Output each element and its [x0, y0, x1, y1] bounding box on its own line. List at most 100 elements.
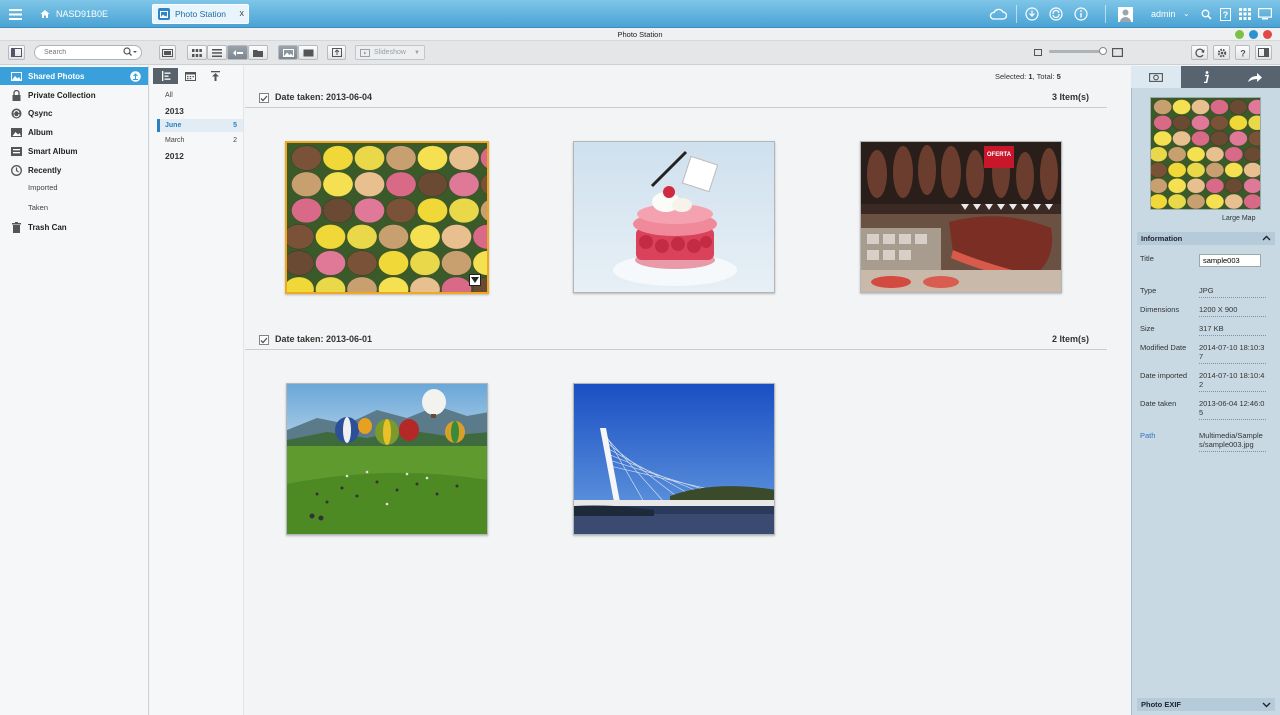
help-button[interactable]: ? [1235, 45, 1250, 60]
large-map-link[interactable]: Large Map [1222, 215, 1255, 222]
toggle-info-panel-button[interactable] [1255, 45, 1272, 60]
size-label: Size [1140, 324, 1155, 333]
month-count: 2 [233, 137, 237, 144]
type-label: Type [1140, 286, 1157, 295]
sidebar-item-trash-can[interactable]: Trash Can [0, 218, 148, 236]
upload-button[interactable] [327, 45, 346, 60]
tab-preview[interactable] [1131, 66, 1181, 88]
info-icon[interactable] [1074, 0, 1088, 28]
refresh-icon [1194, 47, 1204, 57]
user-avatar-icon[interactable] [1118, 0, 1133, 28]
timeline-month-march[interactable]: March 2 [157, 134, 243, 147]
timeline-list-icon [161, 71, 170, 81]
timeline-year-2013[interactable]: 2013 [157, 104, 243, 117]
minimize-button[interactable] [1235, 30, 1244, 39]
path-link[interactable]: Path [1140, 431, 1155, 440]
tab-calendar[interactable] [178, 68, 203, 84]
lock-icon [11, 89, 22, 101]
small-thumbnail-icon[interactable] [1034, 49, 1042, 56]
information-section-header[interactable]: Information [1137, 232, 1275, 245]
tab-share[interactable] [1230, 66, 1280, 88]
group-select-checkbox[interactable] [259, 335, 269, 345]
title-field[interactable] [1199, 254, 1261, 267]
user-menu[interactable]: admin [1151, 9, 1176, 19]
tab-scroll-top[interactable] [203, 68, 228, 84]
close-window-button[interactable] [1263, 30, 1272, 39]
close-tab-icon[interactable]: x [240, 8, 245, 18]
sidebar-item-label: Recently [28, 165, 62, 175]
photo-thumbnail[interactable]: OFERTA [860, 141, 1062, 293]
photo-thumbnail[interactable] [573, 383, 775, 535]
toolbar: Slideshow ▼ ? [0, 41, 1280, 65]
dimensions-label: Dimensions [1140, 305, 1180, 314]
sidebar-item-album[interactable]: Album [0, 123, 148, 141]
photo-thumbnail[interactable] [573, 141, 775, 293]
refresh-button[interactable] [1191, 45, 1208, 60]
background-task-icon[interactable] [1049, 0, 1063, 28]
thumbnail-size-slider[interactable] [1049, 50, 1104, 53]
photo-thumbnail[interactable] [285, 141, 489, 294]
photo-exif-section-header[interactable]: Photo EXIF [1137, 698, 1275, 711]
list-view-button[interactable] [207, 45, 227, 60]
photo-preview[interactable] [1150, 97, 1261, 210]
help-icon[interactable]: ? [1220, 0, 1231, 28]
upload-icon[interactable] [130, 71, 141, 82]
shared-photos-icon [11, 71, 22, 82]
maximize-button[interactable] [1249, 30, 1258, 39]
main-menu-button[interactable] [0, 0, 30, 28]
timeline-tabs [153, 68, 228, 84]
photo-filter-button[interactable] [278, 45, 298, 60]
date-group-header: Date taken: 2013-06-01 2 Item(s) [245, 332, 1107, 350]
large-thumbnail-icon[interactable] [1112, 48, 1123, 57]
group-select-checkbox[interactable] [259, 93, 269, 103]
window-title: Photo Station [617, 30, 663, 39]
sidebar-item-recently[interactable]: Recently [0, 161, 148, 179]
nas-home-tab[interactable]: NASD91B0E [30, 3, 146, 25]
download-icon[interactable] [1025, 0, 1039, 28]
slider-handle[interactable] [1099, 47, 1107, 55]
list-view-icon [212, 48, 222, 57]
smart-album-icon [11, 146, 22, 157]
toggle-sidebar-button[interactable] [8, 45, 25, 60]
date-imported-value: 2014-07-10 18:10:42 [1199, 371, 1266, 392]
chevron-down-icon[interactable]: ⌄ [1183, 9, 1190, 18]
sidebar-item-label: Qsync [28, 108, 53, 118]
sidebar-item-shared-photos[interactable]: Shared Photos [0, 67, 148, 85]
total-count: 5 [1056, 72, 1061, 81]
timeline-panel [150, 66, 244, 715]
sidebar-subitem-imported[interactable]: Imported [28, 183, 58, 192]
photo-station-icon [158, 8, 170, 20]
date-imported-label: Date imported [1140, 371, 1188, 380]
filmstrip-icon [162, 48, 173, 57]
timeline-view-button[interactable] [227, 45, 248, 60]
year-label: 2012 [165, 150, 184, 161]
timeline-month-june[interactable]: June 5 [157, 119, 243, 132]
timeline-all[interactable]: All [157, 89, 243, 102]
apps-grid-icon[interactable] [1239, 0, 1251, 28]
filmstrip-view-button[interactable] [159, 45, 176, 60]
photo-station-tab[interactable]: Photo Station x [152, 4, 249, 24]
timeline-year-2012[interactable]: 2012 [157, 149, 243, 162]
search-icon[interactable] [1201, 0, 1212, 28]
thumbnail-menu-icon[interactable] [469, 274, 481, 286]
dashboard-icon[interactable] [1258, 0, 1272, 28]
sidebar-item-smart-album[interactable]: Smart Album [0, 142, 148, 160]
title-label: Title [1140, 254, 1154, 263]
modified-date-value: 2014-07-10 18:10:37 [1199, 343, 1266, 364]
search-options-icon[interactable] [123, 47, 137, 57]
slideshow-button[interactable]: Slideshow ▼ [355, 45, 425, 60]
folder-view-button[interactable] [248, 45, 268, 60]
sidebar-item-label: Smart Album [28, 146, 78, 156]
tab-timeline[interactable] [153, 68, 178, 84]
cloud-icon[interactable] [989, 0, 1007, 28]
tab-info[interactable] [1181, 66, 1231, 88]
sidebar-item-private-collection[interactable]: Private Collection [0, 86, 148, 104]
chevron-down-icon [1262, 702, 1271, 708]
thumbnail-view-button[interactable] [187, 45, 207, 60]
video-filter-button[interactable] [298, 45, 318, 60]
settings-button[interactable] [1213, 45, 1230, 60]
group-title: Date taken: 2013-06-01 [275, 334, 373, 344]
photo-thumbnail[interactable] [286, 383, 488, 535]
sidebar-subitem-taken[interactable]: Taken [28, 203, 48, 212]
sidebar-item-qsync[interactable]: Qsync [0, 104, 148, 122]
